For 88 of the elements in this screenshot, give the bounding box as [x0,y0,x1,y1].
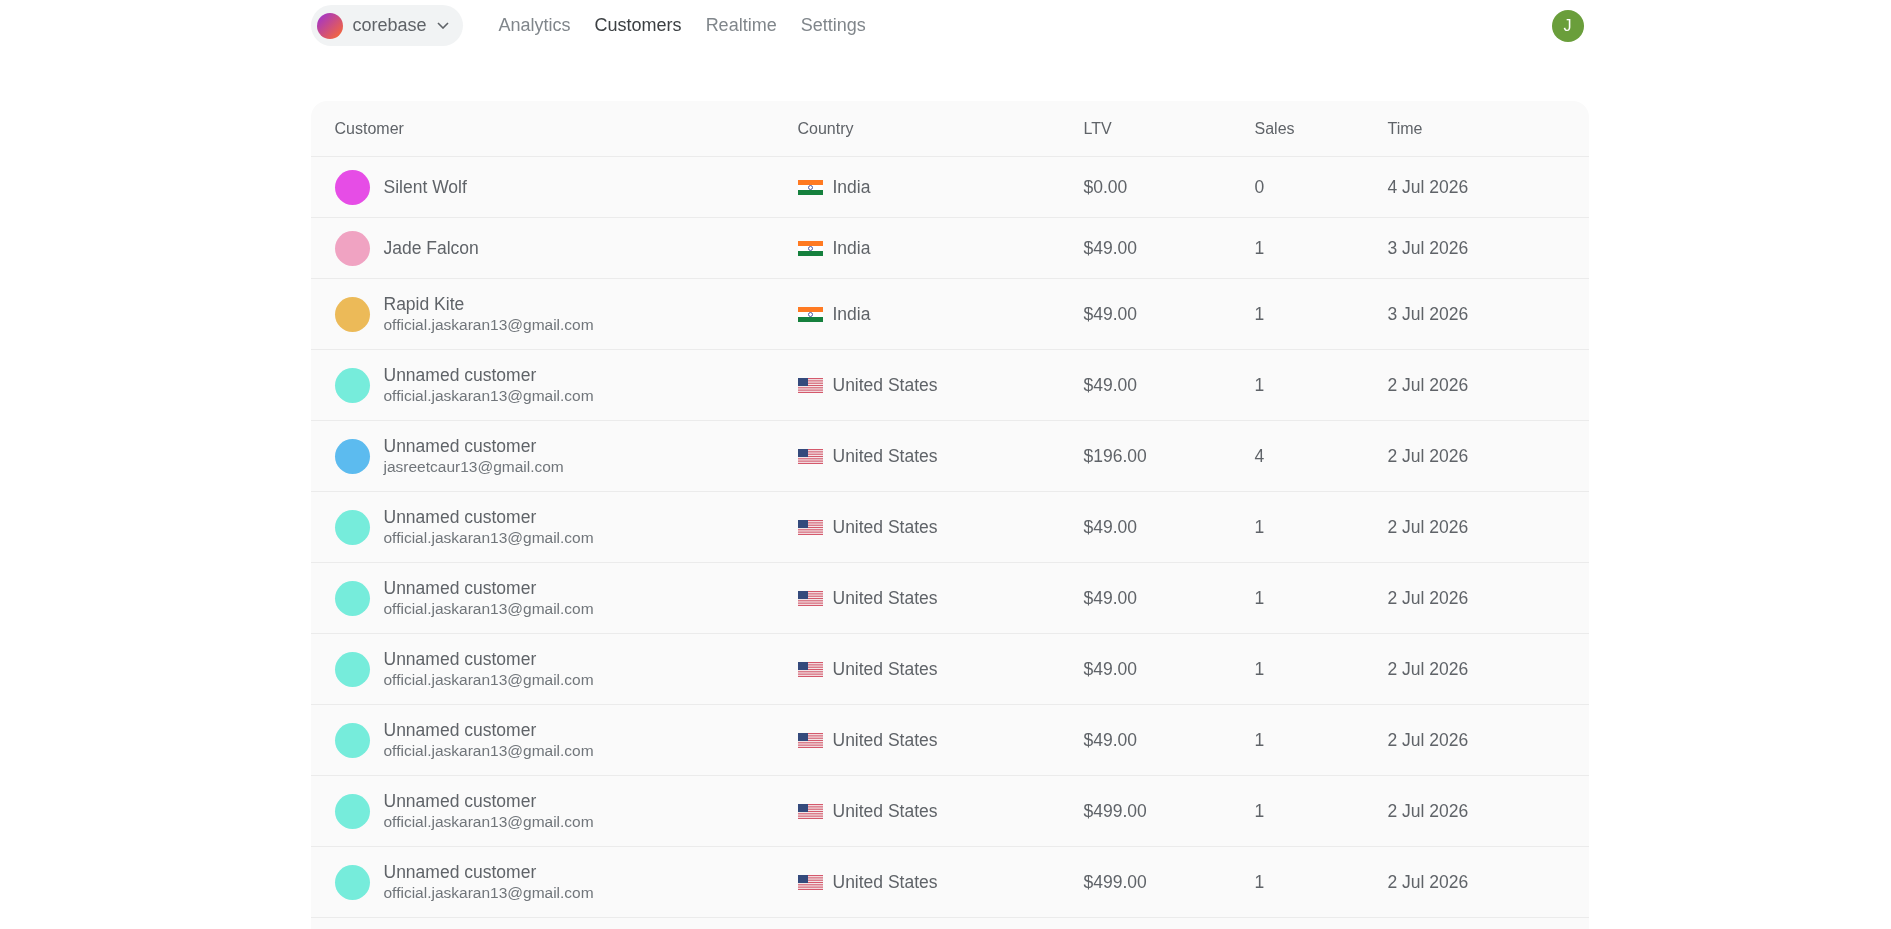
india-flag-icon [797,240,823,256]
ltv-value: $499.00 [1083,800,1147,822]
date-text: 4 Jul 2026 [1387,176,1469,198]
column-header: Country [797,119,854,138]
customer-name: Unnamed customer [383,648,537,670]
date-text: 2 Jul 2026 [1387,587,1469,609]
sales-count: 1 [1254,237,1265,259]
us-flag-icon [797,448,823,464]
ltv-value: $49.00 [1083,516,1138,538]
sales-count: 1 [1254,587,1265,609]
country-name: United States [832,871,938,893]
sales-count: 1 [1254,658,1265,680]
customer-name: Rapid Kite [383,293,465,315]
customer-name: Unnamed customer [383,577,537,599]
us-flag-icon [797,590,823,606]
date-text: 2 Jul 2026 [1387,658,1469,680]
us-flag-icon [797,874,823,890]
customer-email: official.jaskaran13@gmail.com [383,315,594,335]
date-text: 3 Jul 2026 [1387,237,1469,259]
country-name: United States [832,374,938,396]
country-name: India [832,303,871,325]
us-flag-icon [797,519,823,535]
country-name: United States [832,729,938,751]
date-text: 2 Jul 2026 [1387,516,1469,538]
nav-link[interactable]: Realtime [705,15,777,36]
ltv-value: $49.00 [1083,374,1138,396]
customer-name: Unnamed customer [383,861,537,883]
india-flag-icon [797,179,823,195]
nav-link[interactable]: Customers [594,15,682,36]
us-flag-icon [797,803,823,819]
country-name: United States [832,516,938,538]
customer-email: official.jaskaran13@gmail.com [383,670,594,690]
sales-count: 1 [1254,729,1265,751]
us-flag-icon [797,377,823,393]
ltv-value: $49.00 [1083,729,1138,751]
sales-count: 1 [1254,374,1265,396]
chevron-down-icon [436,22,449,29]
ltv-value: $49.00 [1083,303,1138,325]
sales-count: 4 [1254,445,1265,467]
nav-link[interactable]: Settings [800,15,866,36]
sales-count: 1 [1254,303,1265,325]
sales-count: 1 [1254,516,1265,538]
customer-name: Silent Wolf [383,176,467,198]
country-name: United States [832,445,938,467]
customer-email: official.jaskaran13@gmail.com [383,528,594,548]
country-name: United States [832,587,938,609]
sales-count: 1 [1254,800,1265,822]
ltv-value: $0.00 [1083,176,1128,198]
sales-count: 0 [1254,176,1265,198]
customer-name: Unnamed customer [383,719,537,741]
workspace-switcher[interactable]: corebase [310,5,463,46]
customer-name: Unnamed customer [383,790,537,812]
country-name: United States [832,658,938,680]
column-header: LTV [1083,119,1112,138]
customer-name: Unnamed customer [383,364,537,386]
customer-email: official.jaskaran13@gmail.com [383,599,594,619]
us-flag-icon [797,732,823,748]
ltv-value: $49.00 [1083,587,1138,609]
country-name: India [832,176,871,198]
ltv-value: $49.00 [1083,237,1138,259]
customer-email: official.jaskaran13@gmail.com [383,812,594,832]
customer-email: jasreetcaur13@gmail.com [383,457,564,477]
customer-email: official.jaskaran13@gmail.com [383,386,594,406]
date-text: 3 Jul 2026 [1387,303,1469,325]
us-flag-icon [797,661,823,677]
country-name: United States [832,800,938,822]
ltv-value: $49.00 [1083,658,1138,680]
date-text: 2 Jul 2026 [1387,374,1469,396]
column-header: Sales [1254,119,1295,138]
customer-email: official.jaskaran13@gmail.com [383,883,594,903]
customer-name: Jade Falcon [383,237,479,259]
customer-name: Unnamed customer [383,435,537,457]
sales-count: 1 [1254,871,1265,893]
date-text: 2 Jul 2026 [1387,800,1469,822]
date-text: 2 Jul 2026 [1387,445,1469,467]
ltv-value: $196.00 [1083,445,1147,467]
column-header: Customer [334,119,404,138]
date-text: 2 Jul 2026 [1387,871,1469,893]
column-header: Time [1387,119,1423,138]
nav-link[interactable]: Analytics [498,15,571,36]
customer-name: Unnamed customer [383,506,537,528]
ltv-value: $499.00 [1083,871,1147,893]
customer-email: official.jaskaran13@gmail.com [383,741,594,761]
date-text: 2 Jul 2026 [1387,729,1469,751]
user-avatar[interactable]: J [1551,9,1584,42]
country-name: India [832,237,871,259]
india-flag-icon [797,306,823,322]
logo-icon [316,12,343,39]
